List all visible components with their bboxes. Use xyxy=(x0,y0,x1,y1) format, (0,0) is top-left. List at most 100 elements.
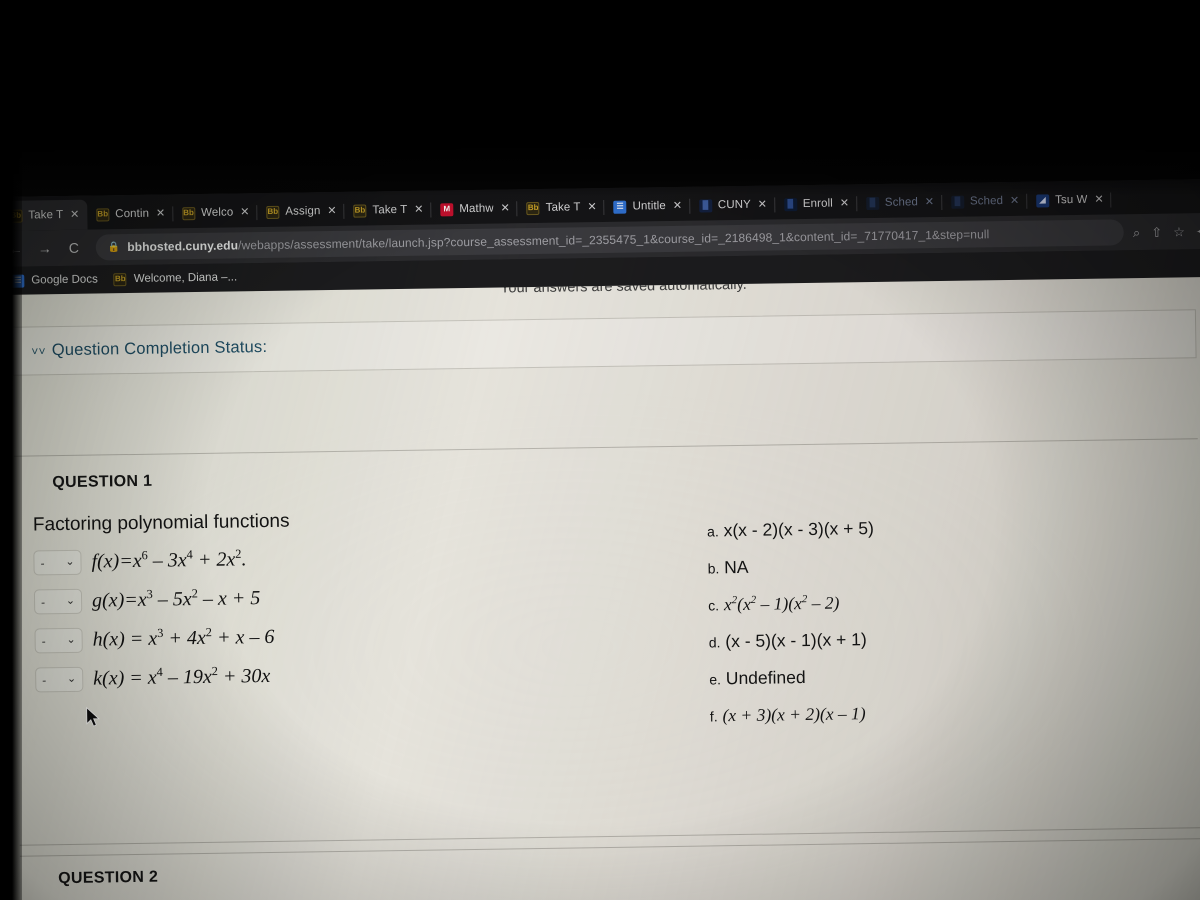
tab-title: Sched xyxy=(969,195,1004,208)
assessment-page: Your answers are saved automatically. ˅˅… xyxy=(0,276,1200,900)
search-icon[interactable]: ⌕ xyxy=(1133,225,1141,240)
tab-title: Contin xyxy=(115,207,150,221)
tab-close-icon[interactable]: ✕ xyxy=(924,196,935,208)
tab-close-icon[interactable]: ✕ xyxy=(69,208,80,220)
question1-prompt-column: Factoring polynomial functions - ⌄ f(x)=… xyxy=(33,505,680,753)
browser-tab[interactable]: Bb Take T ✕ xyxy=(517,192,604,223)
status-row: ˅˅ Question Completion Status: xyxy=(31,338,267,359)
enrollment-icon: █ xyxy=(783,197,797,211)
divider xyxy=(19,838,1200,857)
browser-tab[interactable]: Bb Take T ✕ xyxy=(344,195,431,226)
browser-tab[interactable]: █ CUNY ✕ xyxy=(690,189,775,220)
option-letter: b. xyxy=(707,560,720,577)
answer-select-h[interactable]: - ⌄ xyxy=(34,627,83,654)
tab-close-icon[interactable]: ✕ xyxy=(587,201,598,213)
browser-tab[interactable]: █ Sched ✕ xyxy=(857,187,943,218)
forward-icon[interactable]: → xyxy=(32,235,58,261)
option-letter: e. xyxy=(709,671,722,688)
url-text: bbhosted.cuny.edu/webapps/assessment/tak… xyxy=(127,227,989,254)
toolbar-icons: ⌕ ⇧ ☆ ✦ xyxy=(1133,224,1200,240)
question1-body: Factoring polynomial functions - ⌄ f(x)=… xyxy=(0,497,1200,753)
browser-tab[interactable]: ☰ Untitle ✕ xyxy=(604,191,690,222)
tab-close-icon[interactable]: ✕ xyxy=(672,199,683,211)
mathway-icon: M xyxy=(440,202,454,216)
browser-tab[interactable]: Bb Assign ✕ xyxy=(257,196,345,227)
tab-title: Tsu W xyxy=(1054,193,1088,207)
tab-close-icon[interactable]: ✕ xyxy=(326,204,337,216)
question-completion-status-panel[interactable]: ˅˅ Question Completion Status: xyxy=(11,309,1197,376)
blackboard-icon: Bb xyxy=(96,207,110,222)
schedule-icon: █ xyxy=(865,196,879,210)
function-h: h(x) = x3 + 4x2 + x – 6 xyxy=(92,625,275,651)
extensions-icon[interactable]: ✦ xyxy=(1196,224,1200,239)
bookmark-item-welcome[interactable]: Bb Welcome, Diana –... xyxy=(113,271,238,286)
question1-stem: Factoring polynomial functions xyxy=(32,510,290,536)
blackboard-icon: Bb xyxy=(113,272,127,286)
tab-close-icon[interactable]: ✕ xyxy=(413,203,424,215)
browser-tab[interactable]: Bb Welco ✕ xyxy=(173,197,258,228)
tab-close-icon[interactable]: ✕ xyxy=(239,206,250,218)
url-path: /webapps/assessment/take/launch.jsp?cour… xyxy=(237,227,990,253)
browser-tab[interactable]: M Mathw ✕ xyxy=(431,193,518,224)
photographed-screen: Bb Take T ✕ Bb Contin ✕ Bb Welco ✕ Bb As… xyxy=(0,0,1200,900)
monitor-bezel-left xyxy=(0,0,22,900)
cuny-icon: █ xyxy=(698,198,712,213)
select-value: - xyxy=(41,633,46,648)
browser-tab[interactable]: Bb Contin ✕ xyxy=(87,198,173,229)
photo-dark-surround xyxy=(0,0,1200,196)
tab-title: Assign xyxy=(285,205,321,218)
tab-title: Untitle xyxy=(632,200,666,213)
bookmark-label: Welcome, Diana –... xyxy=(133,271,238,285)
schedule-icon: █ xyxy=(950,195,965,209)
bookmark-icon[interactable]: ☆ xyxy=(1173,224,1185,239)
tsu-icon: ◢ xyxy=(1035,193,1050,208)
tab-close-icon[interactable]: ✕ xyxy=(155,207,166,219)
function-g: g(x)=x3 – 5x2 – x + 5 xyxy=(91,586,261,612)
bookmark-item-google-docs[interactable]: ☰ Google Docs xyxy=(11,273,98,288)
tab-title: Welco xyxy=(200,206,234,219)
tab-close-icon[interactable]: ✕ xyxy=(1093,193,1104,205)
tab-title: Take T xyxy=(545,201,581,214)
browser-tab[interactable]: ◢ Tsu W ✕ xyxy=(1027,184,1112,215)
matching-row: - ⌄ k(x) = x4 – 19x2 + 30x xyxy=(35,658,679,693)
option-a: a. x(x - 2)(x - 3)(x + 5) xyxy=(706,518,874,541)
tab-close-icon[interactable]: ✕ xyxy=(757,198,768,210)
browser-tab[interactable]: █ Sched ✕ xyxy=(942,186,1028,217)
option-text: Undefined xyxy=(725,667,806,689)
blackboard-icon: Bb xyxy=(353,203,367,218)
matching-row: - ⌄ g(x)=x3 – 5x2 – x + 5 xyxy=(33,580,678,615)
bookmark-label: Google Docs xyxy=(31,273,98,287)
tab-close-icon[interactable]: ✕ xyxy=(1009,194,1020,206)
blackboard-icon: Bb xyxy=(266,205,280,219)
matching-row: - ⌄ f(x)=x6 – 3x4 + 2x2. xyxy=(33,541,677,576)
tab-title: Take T xyxy=(372,203,408,217)
divider xyxy=(13,438,1198,457)
tab-title: Mathw xyxy=(459,202,494,216)
question1-heading: QUESTION 1 xyxy=(52,472,153,492)
select-value: - xyxy=(40,555,45,570)
chevron-down-icon: ⌄ xyxy=(65,555,75,569)
lock-icon: 🔒 xyxy=(107,241,121,253)
chevron-down-icon: ⌄ xyxy=(66,672,77,685)
reload-icon[interactable]: C xyxy=(61,235,87,261)
browser-chrome: Bb Take T ✕ Bb Contin ✕ Bb Welco ✕ Bb As… xyxy=(0,178,1200,296)
answer-select-k[interactable]: - ⌄ xyxy=(35,666,84,693)
option-text: NA xyxy=(724,556,749,578)
tab-close-icon[interactable]: ✕ xyxy=(500,202,511,214)
option-letter: a. xyxy=(706,523,719,540)
share-icon[interactable]: ⇧ xyxy=(1151,224,1162,239)
answer-select-f[interactable]: - ⌄ xyxy=(33,549,82,576)
function-k: k(x) = x4 – 19x2 + 30x xyxy=(93,664,271,690)
browser-tab[interactable]: █ Enroll ✕ xyxy=(775,188,857,219)
chevron-double-down-icon[interactable]: ˅˅ xyxy=(31,344,46,358)
url-host: bbhosted.cuny.edu xyxy=(127,238,239,255)
status-label: Question Completion Status: xyxy=(51,337,268,360)
monitor-screen: Bb Take T ✕ Bb Contin ✕ Bb Welco ✕ Bb As… xyxy=(0,178,1200,900)
divider xyxy=(19,827,1200,846)
blackboard-icon: Bb xyxy=(526,201,540,215)
option-d: d. (x - 5)(x - 1)(x + 1) xyxy=(708,629,867,652)
tab-close-icon[interactable]: ✕ xyxy=(839,197,850,209)
option-f: f. (x + 3)(x + 2)(x – 1) xyxy=(709,703,866,726)
answer-select-g[interactable]: - ⌄ xyxy=(33,588,83,615)
option-b: b. NA xyxy=(707,550,1183,578)
